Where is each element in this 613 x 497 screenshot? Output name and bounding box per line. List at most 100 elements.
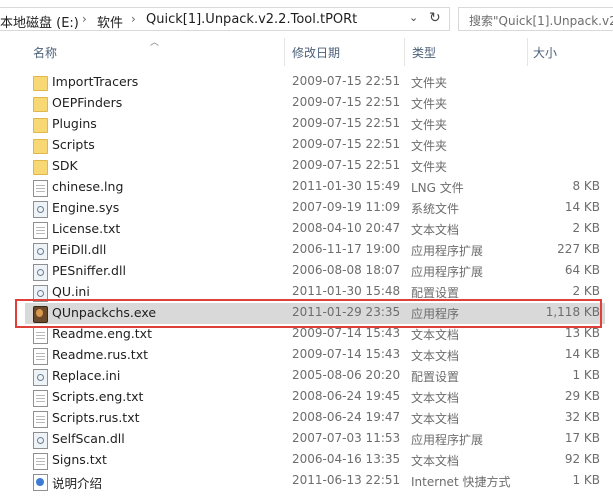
file-name: SDK: [52, 158, 78, 173]
file-icon: [33, 453, 48, 470]
file-type: 文件夹: [411, 160, 448, 174]
file-row[interactable]: Scripts.eng.txt 2008-06-24 19:45 文本文档 29 KB: [25, 387, 605, 408]
file-row[interactable]: License.txt 2008-04-10 20:47 文本文档 2 KB: [25, 219, 605, 240]
file-row[interactable]: chinese.lng 2011-01-30 15:49 LNG 文件 8 KB: [25, 177, 605, 198]
breadcrumb-drive[interactable]: 本地磁盘 (E:): [0, 12, 79, 31]
search-placeholder: 搜索"Quick[1].Unpack.v2.2...: [469, 14, 613, 28]
file-name: Scripts.eng.txt: [52, 389, 144, 404]
file-name: Replace.ini: [52, 368, 121, 383]
chevron-down-icon[interactable]: ⌄: [409, 11, 418, 24]
file-icon: [33, 180, 48, 197]
file-name: PEiDll.dll: [52, 242, 107, 257]
column-divider[interactable]: [284, 38, 285, 66]
file-row[interactable]: SDK 2009-07-15 22:51 文件夹: [25, 156, 605, 177]
file-row[interactable]: PEiDll.dll 2006-11-17 19:00 应用程序扩展 227 KB: [25, 240, 605, 261]
folder-icon: [33, 139, 48, 154]
column-size[interactable]: 大小: [533, 44, 557, 61]
file-size: 13 KB: [564, 326, 600, 340]
file-date: 2007-07-03 11:53: [292, 431, 401, 445]
file-row[interactable]: Scripts.rus.txt 2008-06-24 19:47 文本文档 32 KB: [25, 408, 605, 429]
file-row[interactable]: Replace.ini 2005-08-06 20:20 配置设置 1 KB: [25, 366, 605, 387]
file-date: 2011-01-30 15:48: [292, 284, 401, 298]
refresh-icon[interactable]: ↻: [429, 10, 441, 26]
file-row[interactable]: Readme.rus.txt 2009-07-14 15:43 文本文档 14 KB: [25, 345, 605, 366]
file-icon: [33, 348, 48, 365]
file-icon: [33, 411, 48, 428]
folder-icon: [33, 76, 48, 91]
file-size: 32 KB: [564, 410, 600, 424]
file-date: 2009-07-15 22:51: [292, 137, 401, 151]
folder-icon: [33, 160, 48, 175]
column-date[interactable]: 修改日期: [292, 44, 340, 61]
file-name: Plugins: [52, 116, 97, 131]
file-size: 1 KB: [572, 473, 600, 487]
file-row[interactable]: PESniffer.dll 2006-08-08 18:07 应用程序扩展 64 KB: [25, 261, 605, 282]
file-type: 应用程序扩展: [411, 265, 484, 279]
file-row[interactable]: OEPFinders 2009-07-15 22:51 文件夹: [25, 93, 605, 114]
file-type: 应用程序扩展: [411, 244, 484, 258]
file-type: 应用程序扩展: [411, 433, 484, 447]
file-name: OEPFinders: [52, 95, 123, 110]
file-row[interactable]: Plugins 2009-07-15 22:51 文件夹: [25, 114, 605, 135]
file-type: 文本文档: [411, 412, 460, 426]
address-row: 本地磁盘 (E:) › 软件 › Quick[1].Unpack.v2.2.To…: [0, 0, 613, 38]
file-size: 1 KB: [572, 368, 600, 382]
column-divider[interactable]: [404, 38, 405, 66]
file-type: 文件夹: [411, 118, 448, 132]
column-header: ︿ 名称 修改日期 类型 大小: [0, 38, 613, 66]
file-row[interactable]: QUnpackchs.exe 2011-01-29 23:35 应用程序 1,118 …: [25, 303, 605, 324]
file-date: 2008-06-24 19:47: [292, 410, 401, 424]
file-row[interactable]: 说明介绍 2011-06-13 22:51 Internet 快捷方式 1 KB: [25, 471, 605, 492]
file-row[interactable]: ImportTracers 2009-07-15 22:51 文件夹: [25, 72, 605, 93]
file-type: 文本文档: [411, 391, 460, 405]
file-type: 文本文档: [411, 223, 460, 237]
gear-file-icon: [33, 285, 48, 302]
file-row[interactable]: QU.ini 2011-01-30 15:48 配置设置 2 KB: [25, 282, 605, 303]
file-type: 文本文档: [411, 349, 460, 363]
file-date: 2009-07-15 22:51: [292, 116, 401, 130]
gear-file-icon: [33, 432, 48, 449]
file-size: 17 KB: [564, 431, 600, 445]
column-name[interactable]: 名称: [33, 44, 57, 61]
file-name: ImportTracers: [52, 74, 139, 89]
file-name: QU.ini: [52, 284, 90, 299]
search-input[interactable]: 搜索"Quick[1].Unpack.v2.2...: [458, 7, 613, 31]
file-row[interactable]: Signs.txt 2006-04-16 13:35 文本文档 92 KB: [25, 450, 605, 471]
breadcrumb-folder[interactable]: Quick[1].Unpack.v2.2.Tool.tPORt: [146, 12, 357, 27]
file-date: 2011-06-13 22:51: [292, 473, 401, 487]
column-type[interactable]: 类型: [412, 44, 436, 61]
file-date: 2006-11-17 19:00: [292, 242, 401, 256]
file-icon: [33, 390, 48, 407]
file-row[interactable]: Readme.eng.txt 2009-07-14 15:43 文本文档 13 KB: [25, 324, 605, 345]
chevron-right-icon[interactable]: ›: [131, 12, 136, 26]
html-file-icon: [33, 474, 48, 491]
file-type: 配置设置: [411, 370, 460, 384]
chevron-right-icon[interactable]: ›: [82, 12, 87, 26]
column-divider[interactable]: [527, 38, 528, 66]
file-icon: [33, 222, 48, 239]
file-date: 2009-07-14 15:43: [292, 347, 401, 361]
file-name: Readme.rus.txt: [52, 347, 148, 362]
folder-icon: [33, 118, 48, 133]
file-name: Scripts.rus.txt: [52, 410, 140, 425]
file-name: SelfScan.dll: [52, 431, 125, 446]
file-row[interactable]: Scripts 2009-07-15 22:51 文件夹: [25, 135, 605, 156]
file-name: Readme.eng.txt: [52, 326, 152, 341]
file-type: 文件夹: [411, 76, 448, 90]
file-name: Engine.sys: [52, 200, 120, 215]
breadcrumb-software[interactable]: 软件: [97, 12, 123, 31]
sort-ascending-icon: ︿: [150, 38, 160, 48]
file-size: 92 KB: [564, 452, 600, 466]
address-bar[interactable]: 本地磁盘 (E:) › 软件 › Quick[1].Unpack.v2.2.To…: [0, 7, 450, 31]
file-name: Signs.txt: [52, 452, 107, 467]
file-type: 应用程序: [411, 307, 460, 321]
file-row[interactable]: Engine.sys 2007-09-19 11:09 系统文件 14 KB: [25, 198, 605, 219]
file-size: 29 KB: [564, 389, 600, 403]
exe-icon: [33, 306, 48, 323]
file-type: 文件夹: [411, 97, 448, 111]
file-row[interactable]: SelfScan.dll 2007-07-03 11:53 应用程序扩展 17 KB: [25, 429, 605, 450]
file-name: 说明介绍: [52, 476, 103, 491]
file-type: 文本文档: [411, 454, 460, 468]
file-date: 2006-08-08 18:07: [292, 263, 401, 277]
file-size: 14 KB: [564, 347, 600, 361]
